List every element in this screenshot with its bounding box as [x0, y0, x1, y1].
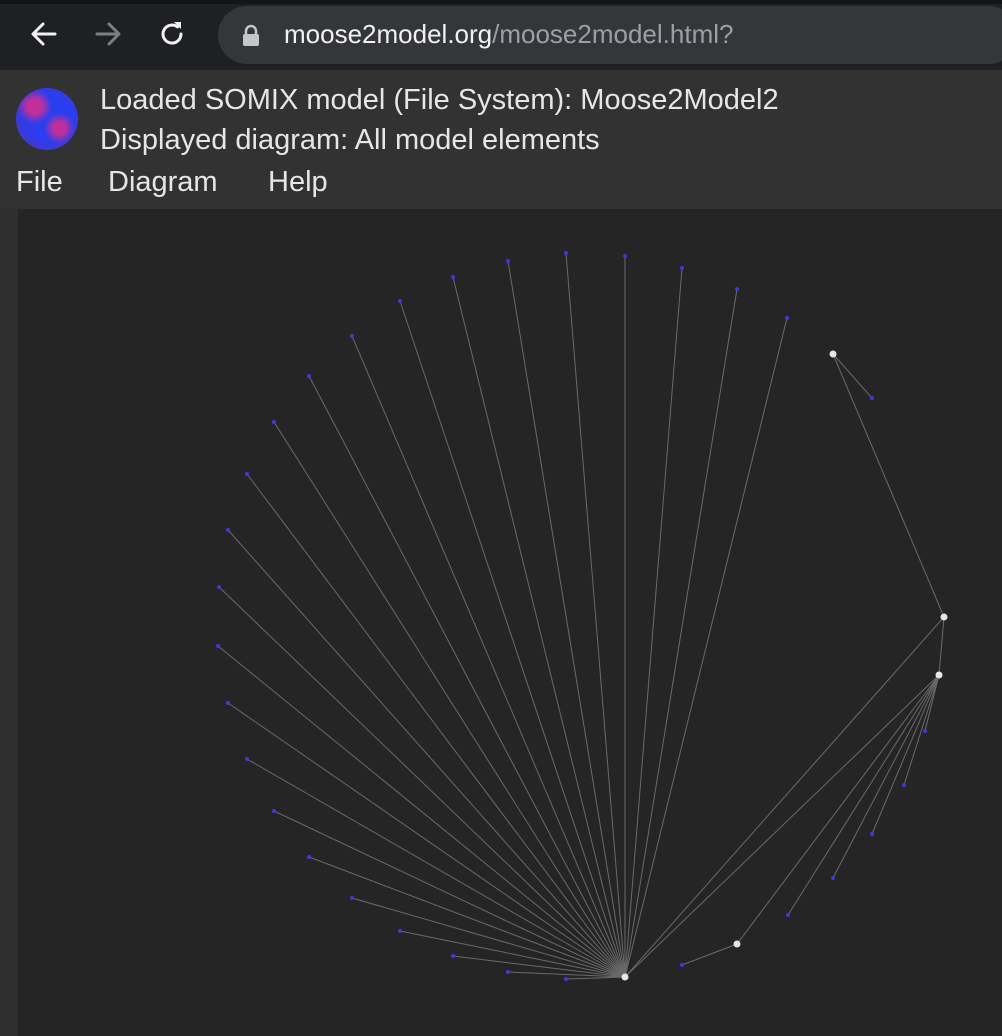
graph-edge: [227, 529, 626, 978]
graph-node-leaf[interactable]: [245, 472, 249, 476]
graph-node-leaf[interactable]: [451, 275, 455, 279]
graph-edge: [565, 976, 626, 980]
graph-node-leaf[interactable]: [564, 977, 568, 981]
graph-node-leaf[interactable]: [831, 876, 835, 880]
graph-node-leaf[interactable]: [226, 528, 230, 532]
graph-edge: [832, 353, 873, 399]
graph-edge: [308, 856, 626, 978]
graph-edge: [832, 353, 945, 618]
graph-node-leaf[interactable]: [506, 970, 510, 974]
menu-help[interactable]: Help: [268, 166, 328, 199]
graph-node-leaf[interactable]: [217, 585, 221, 589]
graph-node-leaf[interactable]: [307, 374, 311, 378]
graph-edge: [246, 758, 626, 978]
graph-node-leaf[interactable]: [451, 954, 455, 958]
reload-button[interactable]: [152, 14, 192, 54]
graph-edge: [227, 702, 626, 978]
graph-edge: [624, 616, 945, 978]
url-path: /moose2model.html?: [492, 19, 734, 49]
graph-edge: [452, 276, 626, 978]
graph-node-hub[interactable]: [935, 671, 943, 679]
graph-edge: [938, 616, 945, 676]
graph-edge: [217, 645, 626, 978]
url-text[interactable]: moose2model.org/moose2model.html?: [284, 19, 733, 50]
graph-node-hub[interactable]: [940, 613, 948, 621]
model-graph[interactable]: [18, 209, 1002, 1036]
graph-node-leaf[interactable]: [623, 254, 627, 258]
moose2model-logo: [16, 88, 78, 150]
graph-node-leaf[interactable]: [272, 809, 276, 813]
graph-node-leaf[interactable]: [216, 644, 220, 648]
graph-node-leaf[interactable]: [272, 420, 276, 424]
graph-edge: [624, 317, 788, 978]
diagram-canvas[interactable]: [18, 209, 1002, 1036]
graph-node-leaf[interactable]: [226, 701, 230, 705]
graph-edge: [681, 943, 738, 966]
graph-node-leaf[interactable]: [680, 963, 684, 967]
graph-edge: [871, 674, 940, 835]
url-host: moose2model.org: [284, 19, 493, 49]
back-button[interactable]: [24, 14, 64, 54]
graph-node-leaf[interactable]: [307, 855, 311, 859]
graph-node-leaf[interactable]: [870, 832, 874, 836]
forward-button[interactable]: [88, 14, 128, 54]
graph-node-hub[interactable]: [621, 973, 629, 981]
menu-diagram[interactable]: Diagram: [108, 166, 218, 199]
reload-icon: [161, 22, 183, 45]
displayed-diagram-label: Displayed diagram: All model elements: [100, 124, 600, 156]
tab-strip: [0, 0, 1002, 4]
arrow-right-icon: [95, 22, 121, 46]
loaded-model-label: Loaded SOMIX model (File System): Moose2…: [100, 84, 779, 116]
graph-node-hub[interactable]: [829, 350, 837, 358]
graph-node-leaf[interactable]: [735, 287, 739, 291]
graph-edge: [565, 252, 626, 978]
lock-icon: [243, 24, 259, 46]
graph-node-hub[interactable]: [733, 940, 741, 948]
graph-node-leaf[interactable]: [398, 299, 402, 303]
graph-node-leaf[interactable]: [680, 266, 684, 270]
graph-edge: [736, 674, 940, 945]
graph-edge: [507, 260, 626, 978]
graph-edge: [351, 335, 626, 978]
graph-edge: [308, 375, 626, 978]
graph-edge: [832, 674, 940, 879]
graph-node-leaf[interactable]: [786, 913, 790, 917]
graph-node-leaf[interactable]: [870, 396, 874, 400]
graph-edge: [246, 473, 626, 978]
graph-node-leaf[interactable]: [350, 334, 354, 338]
graph-edge: [624, 288, 738, 978]
graph-node-leaf[interactable]: [398, 929, 402, 933]
graph-edge: [624, 267, 683, 978]
arrow-left-icon: [31, 22, 57, 46]
graph-edge: [399, 300, 626, 978]
graph-node-leaf[interactable]: [506, 259, 510, 263]
graph-edge: [787, 674, 940, 916]
browser-toolbar: moose2model.org/moose2model.html?: [0, 0, 1002, 70]
graph-node-leaf[interactable]: [923, 729, 927, 733]
graph-node-leaf[interactable]: [350, 896, 354, 900]
graph-edge: [624, 674, 940, 978]
graph-node-leaf[interactable]: [902, 783, 906, 787]
address-bar[interactable]: moose2model.org/moose2model.html?: [218, 6, 1002, 64]
menu-file[interactable]: File: [16, 166, 63, 199]
graph-node-leaf[interactable]: [785, 316, 789, 320]
graph-node-leaf[interactable]: [564, 251, 568, 255]
app-header: Loaded SOMIX model (File System): Moose2…: [0, 70, 1002, 209]
graph-node-leaf[interactable]: [245, 757, 249, 761]
